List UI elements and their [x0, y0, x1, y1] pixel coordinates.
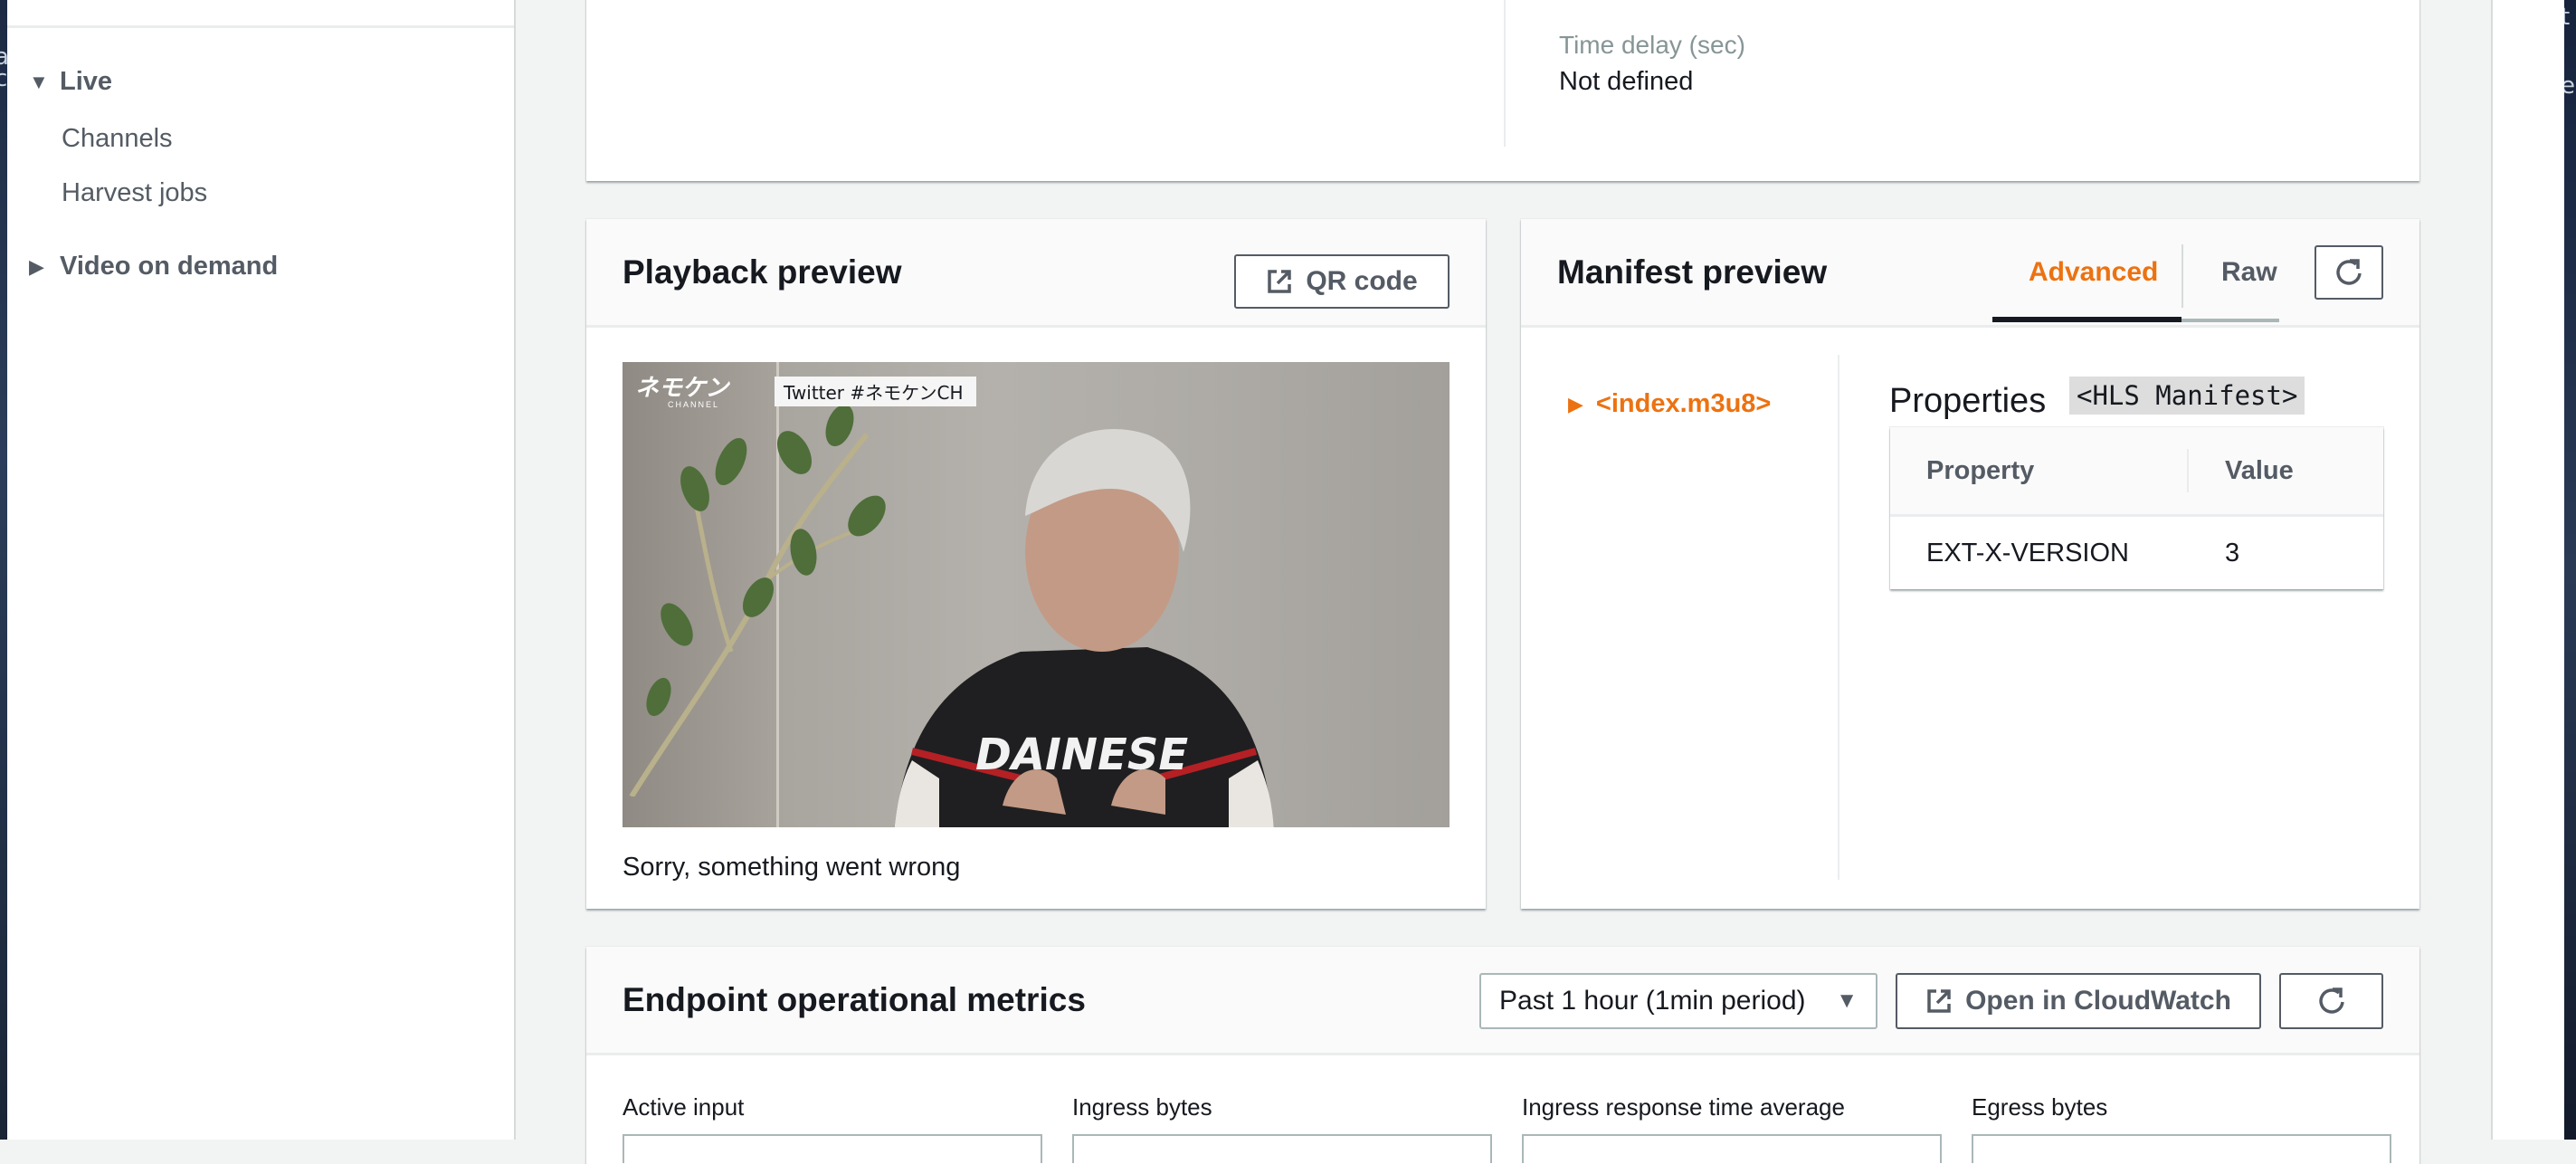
time-delay-label: Time delay (sec)	[1559, 31, 1745, 59]
desktop-text-fragment: e	[2564, 72, 2575, 100]
desktop-text-fragment: c	[0, 65, 7, 92]
manifest-tree-item[interactable]: ▶ <index.m3u8>	[1568, 389, 1771, 419]
metric-chart-ingress-response-time	[1522, 1134, 1942, 1163]
open-in-cloudwatch-label: Open in CloudWatch	[1965, 986, 2231, 1016]
playback-error-message: Sorry, something went wrong	[623, 853, 961, 882]
caret-right-icon: ▶	[1568, 392, 1583, 415]
refresh-manifest-button[interactable]	[2315, 245, 2383, 300]
metric-chart-ingress-bytes	[1072, 1134, 1492, 1163]
refresh-icon	[2336, 259, 2362, 285]
column-header-property: Property	[1890, 427, 2189, 517]
caret-down-icon: ▼	[1836, 988, 1858, 1013]
qr-code-button-label: QR code	[1306, 266, 1418, 296]
sidebar-section-live[interactable]: ▼ Live	[29, 67, 112, 97]
column-divider	[1504, 0, 1506, 147]
manifest-tree-item-label: <index.m3u8>	[1595, 389, 1772, 418]
metric-chart-egress-bytes	[1972, 1134, 2391, 1163]
metric-chart-active-input	[623, 1134, 1042, 1163]
metrics-title: Endpoint operational metrics	[623, 981, 1086, 1018]
property-name-cell: EXT-X-VERSION	[1926, 538, 2129, 568]
endpoint-metrics-card: Endpoint operational metrics Past 1 hour…	[586, 947, 2419, 1164]
desktop-text-fragment: t	[2564, 4, 2571, 31]
playback-preview-title: Playback preview	[623, 253, 902, 291]
channel-logo-sub: CHANNEL	[668, 400, 720, 409]
sidebar-section-label: Video on demand	[60, 252, 279, 281]
time-period-select[interactable]: Past 1 hour (1min period) ▼	[1479, 973, 1877, 1029]
caret-right-icon: ▶	[29, 254, 44, 278]
card-header: Endpoint operational metrics Past 1 hour…	[586, 947, 2419, 1055]
table-row: EXT-X-VERSION 3	[1890, 516, 2383, 590]
tab-advanced[interactable]: Advanced	[2029, 257, 2158, 288]
active-tab-indicator	[1992, 317, 2182, 322]
refresh-metrics-button[interactable]	[2279, 973, 2383, 1029]
manifest-preview-title: Manifest preview	[1557, 253, 1828, 291]
qr-code-button[interactable]: QR code	[1234, 254, 1450, 309]
open-in-cloudwatch-button[interactable]: Open in CloudWatch	[1896, 973, 2261, 1029]
desktop-background-right: t e	[2564, 0, 2576, 1140]
sidebar-item-channels[interactable]: Channels	[62, 124, 173, 154]
tab-raw[interactable]: Raw	[2221, 257, 2277, 288]
endpoint-details-card: Time delay (sec) Not defined	[586, 0, 2419, 181]
card-header: Manifest preview Advanced Raw	[1521, 219, 2419, 328]
channel-logo: ネモケン	[635, 375, 729, 402]
metric-label-egress-bytes: Egress bytes	[1972, 1093, 2108, 1121]
property-value-cell: 3	[2225, 538, 2240, 568]
external-link-icon	[1927, 989, 1951, 1013]
refresh-icon	[2318, 987, 2344, 1014]
tab-divider	[2182, 244, 2183, 308]
properties-title: Properties	[1889, 382, 2047, 420]
sidebar-nav: ▼ Live Channels Harvest jobs ▶ Video on …	[7, 0, 516, 1140]
external-link-icon	[1268, 270, 1292, 293]
table-header-row: Property Value	[1890, 427, 2383, 517]
tree-divider	[1838, 355, 1839, 880]
window-side-panel	[2491, 0, 2566, 1140]
caret-down-icon: ▼	[29, 70, 49, 93]
metric-label-active-input: Active input	[623, 1093, 745, 1121]
playback-preview-card: Playback preview QR code DAINESE ネモケン CH…	[586, 219, 1486, 909]
desktop-background-left: a c	[0, 0, 7, 1140]
video-player[interactable]: DAINESE ネモケン CHANNEL Twitter #ネモケンCH	[623, 362, 1450, 827]
time-delay-value: Not defined	[1559, 67, 1694, 96]
sidebar-section-video-on-demand[interactable]: ▶ Video on demand	[29, 252, 278, 281]
time-period-select-value: Past 1 hour (1min period)	[1499, 986, 1806, 1016]
card-header: Playback preview QR code	[586, 219, 1486, 328]
sidebar-section-label: Live	[60, 67, 113, 96]
properties-table: Property Value EXT-X-VERSION 3	[1890, 427, 2383, 589]
video-overlay-caption: Twitter #ネモケンCH	[775, 377, 976, 406]
manifest-preview-card: Manifest preview Advanced Raw ▶ <index.m…	[1521, 219, 2419, 909]
sidebar-item-harvest-jobs[interactable]: Harvest jobs	[62, 178, 207, 208]
metric-label-ingress-bytes: Ingress bytes	[1072, 1093, 1212, 1121]
column-header-value: Value	[2189, 427, 2383, 517]
sidebar-divider	[7, 25, 514, 28]
manifest-type-badge: <HLS Manifest>	[2069, 377, 2305, 415]
person-image: DAINESE	[894, 429, 1274, 827]
metric-label-ingress-response-time: Ingress response time average	[1522, 1093, 1845, 1121]
